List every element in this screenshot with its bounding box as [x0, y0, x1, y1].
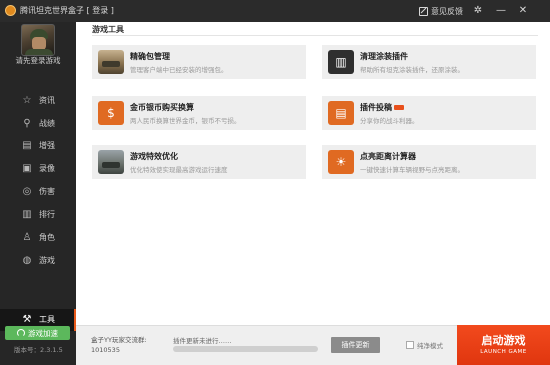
version-label: 版本号：2.3.1.5 [14, 346, 63, 354]
tool-desc: 优化特效使实现最高游戏运行速度 [130, 166, 228, 174]
tool-desc: 管理客户端中已经安装的增强包。 [130, 66, 228, 74]
sidebar-item-label: 工具 [39, 315, 55, 324]
pure-mode-toggle[interactable]: 纯净模式 [406, 340, 443, 350]
tool-title: 点亮距离计算器 [360, 152, 416, 161]
sidebar-item-boost[interactable]: ▤ 增强 [0, 135, 76, 157]
edit-icon [419, 6, 428, 16]
sidebar-item-damage[interactable]: ◎ 伤害 [0, 181, 76, 203]
update-progress-bar [173, 346, 318, 352]
tool-card-effects-optimize[interactable]: 游戏特效优化 优化特效使实现最高游戏运行速度 [92, 145, 306, 179]
sidebar-item-label: 增强 [39, 141, 55, 150]
sidebar-item-label: 排行 [39, 210, 55, 219]
trash-icon: ▥ [328, 50, 354, 74]
lightbulb-icon: ☀ [328, 150, 354, 174]
tool-card-plugin-submit[interactable]: ▤ 插件投稿 分享你的战斗利器。 [322, 96, 536, 130]
qq-group-label: 盒子YY玩家交流群: [91, 336, 147, 344]
sidebar-item-label: 资讯 [39, 96, 55, 105]
tool-card-package-manager[interactable]: 精确包管理 管理客户端中已经安装的增强包。 [92, 45, 306, 79]
feedback-label: 意见反馈 [431, 6, 463, 16]
speedometer-icon [17, 329, 25, 337]
sidebar: 请先登录游戏 ☆ 资讯 ⚲ 战绩 ▤ 增强 ▣ 录像 ◎ 伤害 ▥ 排行 ♙ 角… [0, 22, 76, 365]
video-icon: ▣ [22, 163, 32, 174]
sidebar-item-record[interactable]: ⚲ 战绩 [0, 113, 76, 135]
tank-effects-icon [98, 150, 124, 174]
sidebar-item-game[interactable]: ◍ 游戏 [0, 250, 76, 272]
feedback-button[interactable]: 意见反馈 [419, 4, 463, 18]
tool-desc: 帮助所有坦克涂装插件，还原涂装。 [360, 66, 464, 74]
sidebar-item-label: 游戏 [39, 256, 55, 265]
sidebar-item-label: 角色 [39, 233, 55, 242]
sidebar-item-ranking[interactable]: ▥ 排行 [0, 204, 76, 226]
tool-title: 金币银币购买换算 [130, 103, 194, 112]
sidebar-item-label: 战绩 [39, 119, 55, 128]
sidebar-item-video[interactable]: ▣ 录像 [0, 158, 76, 180]
qq-group-number[interactable]: 1010535 [91, 346, 120, 354]
accelerator-button[interactable]: 游戏加速 [5, 326, 70, 340]
coin-bag-icon: $ [98, 101, 124, 125]
sidebar-item-news[interactable]: ☆ 资讯 [0, 90, 76, 112]
wrench-icon: ⚒ [22, 314, 32, 325]
ranking-icon: ▥ [22, 209, 32, 220]
window-title: 腾讯坦克世界盒子 [ 登录 ] [20, 6, 114, 15]
update-plugins-button[interactable]: 插件更新 [331, 337, 380, 353]
tool-desc: 分享你的战斗利器。 [360, 117, 419, 125]
boost-icon: ▤ [22, 140, 32, 151]
title-bar: 腾讯坦克世界盒子 [ 登录 ] 意见反馈 ✲ — ✕ [0, 0, 550, 22]
sidebar-item-label: 录像 [39, 164, 55, 173]
update-status: 插件更新未进行…… [173, 337, 232, 345]
close-icon[interactable]: ✕ [516, 4, 530, 18]
tool-title: 清理涂装插件 [360, 52, 408, 61]
upload-icon: ▤ [328, 101, 354, 125]
login-prompt[interactable]: 请先登录游戏 [0, 55, 76, 66]
tool-title: 游戏特效优化 [130, 152, 178, 161]
section-title: 游戏工具 [92, 25, 124, 34]
accelerator-label: 游戏加速 [28, 328, 58, 338]
section-divider [92, 35, 538, 36]
launch-sublabel: LAUNCH GAME [480, 349, 527, 355]
minimize-icon[interactable]: — [494, 4, 508, 18]
gamepad-icon: ◍ [22, 255, 32, 266]
pure-mode-label: 纯净模式 [417, 342, 443, 350]
tool-title: 插件投稿 [360, 102, 404, 113]
launch-label: 启动游戏 [481, 334, 526, 347]
launch-game-button[interactable]: 启动游戏 LAUNCH GAME [457, 325, 550, 365]
app-logo [5, 5, 16, 16]
tool-title-text: 插件投稿 [360, 103, 392, 112]
gear-icon[interactable]: ✲ [471, 4, 485, 18]
tool-desc: 两人民币换算世界金币，银币不亏损。 [130, 117, 241, 125]
tool-card-clean-skins[interactable]: ▥ 清理涂装插件 帮助所有坦克涂装插件，还原涂装。 [322, 45, 536, 79]
star-icon: ☆ [22, 95, 32, 106]
user-icon: ♙ [22, 232, 32, 243]
tool-card-spot-distance[interactable]: ☀ 点亮距离计算器 一键快速计算车辆视野与点亮距离。 [322, 145, 536, 179]
search-icon: ⚲ [23, 118, 31, 129]
sidebar-item-label: 伤害 [39, 187, 55, 196]
tool-title: 精确包管理 [130, 52, 170, 61]
tool-desc: 一键快速计算车辆视野与点亮距离。 [360, 166, 464, 174]
avatar[interactable] [21, 24, 55, 56]
tool-card-currency-converter[interactable]: $ 金币银币购买换算 两人民币换算世界金币，银币不亏损。 [92, 96, 306, 130]
pure-mode-checkbox[interactable] [406, 341, 414, 349]
tank-icon [98, 50, 124, 74]
new-badge [394, 105, 404, 110]
damage-icon: ◎ [22, 186, 32, 197]
sidebar-item-role[interactable]: ♙ 角色 [0, 227, 76, 249]
